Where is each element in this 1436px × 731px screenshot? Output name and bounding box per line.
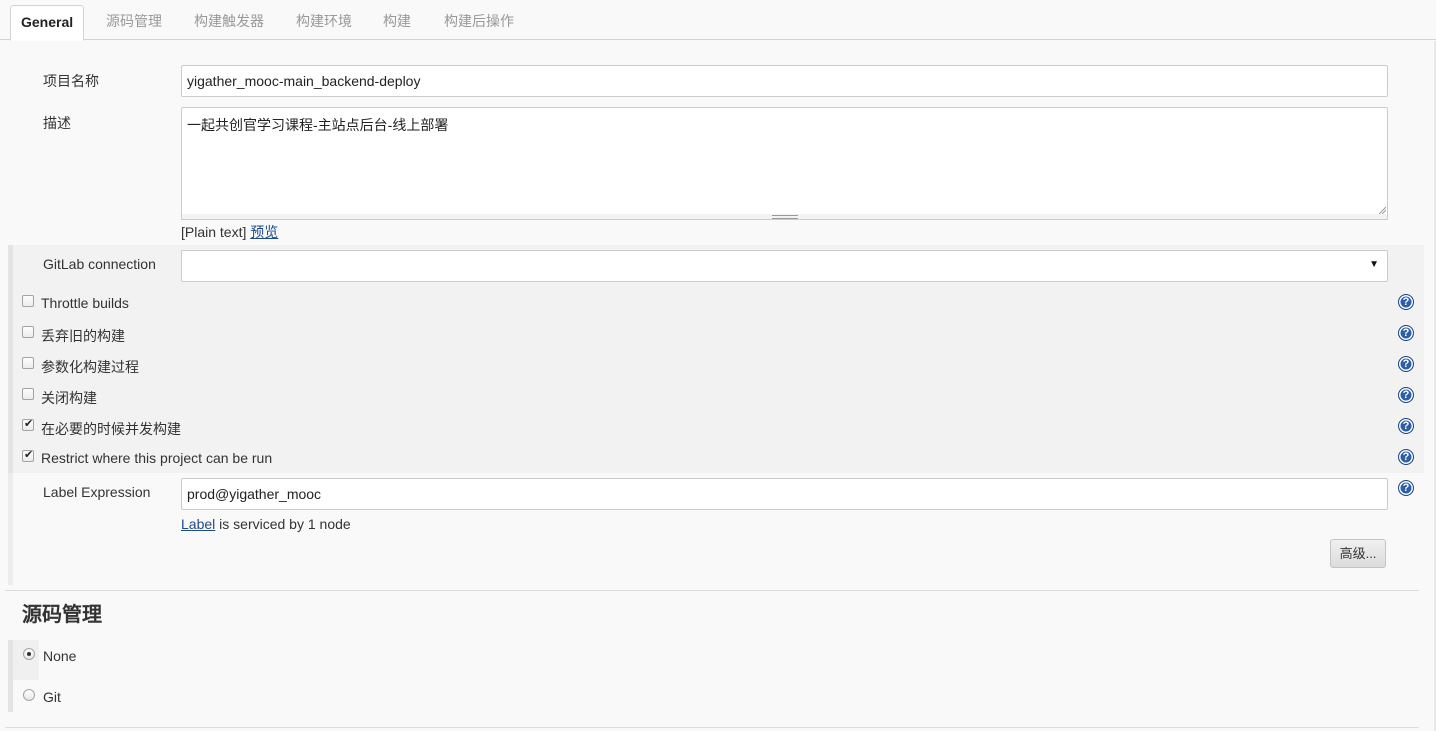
disable-build-label[interactable]: 关闭构建 xyxy=(41,388,97,408)
chevron-down-icon: ▼ xyxy=(1369,259,1379,270)
config-tab-bar: General 源码管理 构建触发器 构建环境 构建 构建后操作 xyxy=(0,0,1436,41)
concurrent-build-checkbox[interactable] xyxy=(22,417,34,431)
throttle-builds-label[interactable]: Throttle builds xyxy=(41,295,129,311)
section-left-bar xyxy=(8,245,13,473)
tab-build-triggers[interactable]: 构建触发器 xyxy=(184,5,274,40)
discard-old-builds-label[interactable]: 丢弃旧的构建 xyxy=(41,326,125,346)
scm-none-radio[interactable] xyxy=(23,648,35,660)
section-divider xyxy=(5,590,1419,591)
scm-git-radio[interactable] xyxy=(23,689,35,701)
help-icon[interactable]: ? xyxy=(1398,480,1414,496)
parameterized-build-label[interactable]: 参数化构建过程 xyxy=(41,357,139,377)
parameterized-build-checkbox[interactable] xyxy=(22,357,34,369)
throttle-builds-checkbox[interactable] xyxy=(22,295,34,307)
tab-general[interactable]: General xyxy=(10,5,84,41)
scm-git-label[interactable]: Git xyxy=(43,689,61,705)
gitlab-connection-label: GitLab connection xyxy=(43,256,156,272)
project-name-input[interactable]: yigather_mooc-main_backend-deploy xyxy=(181,65,1388,97)
section-divider xyxy=(5,727,1419,728)
description-label: 描述 xyxy=(43,115,71,131)
project-name-label: 项目名称 xyxy=(43,73,99,89)
scm-none-label[interactable]: None xyxy=(43,648,76,664)
help-icon[interactable]: ? xyxy=(1398,418,1414,434)
textarea-grippie[interactable] xyxy=(181,214,1388,220)
preview-link[interactable]: 预览 xyxy=(250,224,278,240)
help-icon[interactable]: ? xyxy=(1398,325,1414,341)
description-textarea[interactable]: 一起共创官学习课程-主站点后台-线上部署 xyxy=(181,107,1388,216)
restrict-node-label[interactable]: Restrict where this project can be run xyxy=(41,450,272,466)
concurrent-build-label[interactable]: 在必要的时候并发构建 xyxy=(41,419,181,439)
resize-handle-icon[interactable] xyxy=(1378,206,1386,214)
grip-lines-icon xyxy=(771,215,798,219)
label-link[interactable]: Label xyxy=(181,516,215,532)
scm-selected-band xyxy=(13,640,39,680)
gitlab-connection-select[interactable]: ▼ xyxy=(181,250,1388,282)
label-status-row: Label is serviced by 1 node xyxy=(181,516,351,532)
advanced-button[interactable]: 高级... xyxy=(1330,539,1386,568)
format-label: [Plain text] xyxy=(181,224,247,240)
scm-section-title: 源码管理 xyxy=(22,602,102,626)
help-icon[interactable]: ? xyxy=(1398,356,1414,372)
nested-left-bar xyxy=(8,473,13,585)
tab-build[interactable]: 构建 xyxy=(373,5,421,40)
description-format-row: [Plain text] 预览 xyxy=(181,222,278,242)
restrict-node-checkbox[interactable] xyxy=(22,448,34,462)
discard-old-builds-checkbox[interactable] xyxy=(22,326,34,338)
label-expression-label: Label Expression xyxy=(43,484,151,500)
label-expression-input[interactable]: prod@yigather_mooc xyxy=(181,478,1388,510)
description-text: 一起共创官学习课程-主站点后台-线上部署 xyxy=(187,117,449,133)
help-icon[interactable]: ? xyxy=(1398,294,1414,310)
tab-source-code-management[interactable]: 源码管理 xyxy=(96,5,172,40)
tab-post-build-actions[interactable]: 构建后操作 xyxy=(434,5,524,40)
help-icon[interactable]: ? xyxy=(1398,449,1414,465)
disable-build-checkbox[interactable] xyxy=(22,388,34,400)
help-icon[interactable]: ? xyxy=(1398,387,1414,403)
label-status-text: is serviced by 1 node xyxy=(215,516,351,532)
tab-build-environment[interactable]: 构建环境 xyxy=(286,5,362,40)
